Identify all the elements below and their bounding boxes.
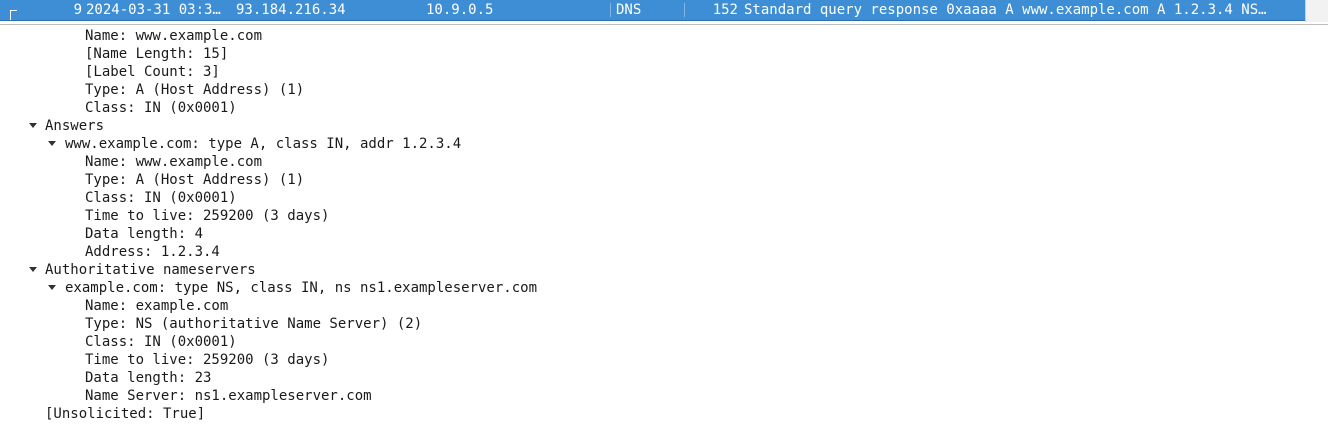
tree-leaf[interactable]: Data length: 4 <box>0 225 1328 243</box>
tree-leaf[interactable]: Name: www.example.com <box>0 153 1328 171</box>
field-text: Type: A (Host Address) (1) <box>85 172 305 188</box>
tree-leaf[interactable]: Address: 1.2.3.4 <box>0 243 1328 261</box>
tree-node-authoritative-nameservers[interactable]: Authoritative nameservers <box>0 261 1328 279</box>
triangle-down-icon[interactable] <box>48 141 56 146</box>
field-text: Type: NS (authoritative Name Server) (2) <box>85 316 423 332</box>
frame-bracket-icon <box>10 10 17 20</box>
tree-leaf[interactable]: Name: www.example.com <box>0 27 1328 45</box>
tree-leaf[interactable]: Name Server: ns1.exampleserver.com <box>0 387 1328 405</box>
packet-list-row-selected[interactable]: 9 2024-03-31 03:3… 93.184.216.34 10.9.0.… <box>0 0 1306 21</box>
tree-leaf[interactable]: Type: A (Host Address) (1) <box>0 81 1328 99</box>
tree-leaf[interactable]: Name: example.com <box>0 297 1328 315</box>
tree-leaf[interactable]: [Label Count: 3] <box>0 63 1328 81</box>
node-label: Authoritative nameservers <box>45 262 256 278</box>
field-text: Data length: 23 <box>85 370 212 386</box>
field-text: Address: 1.2.3.4 <box>85 244 220 260</box>
tree-leaf[interactable]: Data length: 23 <box>0 369 1328 387</box>
field-text: [Unsolicited: True] <box>45 406 206 422</box>
tree-leaf-unsolicited[interactable]: [Unsolicited: True] <box>0 405 1328 423</box>
field-text: Data length: 4 <box>85 226 204 242</box>
field-text: Class: IN (0x0001) <box>85 190 237 206</box>
triangle-down-icon[interactable] <box>29 123 37 128</box>
packet-number: 9 <box>73 2 82 18</box>
packet-info: Standard query response 0xaaaa A www.exa… <box>744 2 1267 18</box>
tree-node-answers[interactable]: Answers <box>0 117 1328 135</box>
triangle-down-icon[interactable] <box>29 267 37 272</box>
packet-time: 2024-03-31 03:3… <box>86 2 221 18</box>
packet-details-tree: Name: www.example.com [Name Length: 15] … <box>0 27 1328 423</box>
field-text: Name: www.example.com <box>85 28 263 44</box>
tree-leaf[interactable]: Class: IN (0x0001) <box>0 333 1328 351</box>
tree-leaf[interactable]: Time to live: 259200 (3 days) <box>0 207 1328 225</box>
tree-leaf[interactable]: Class: IN (0x0001) <box>0 99 1328 117</box>
tree-leaf[interactable]: Time to live: 259200 (3 days) <box>0 351 1328 369</box>
tree-node-answer-record[interactable]: www.example.com: type A, class IN, addr … <box>0 135 1328 153</box>
tree-node-ns-record[interactable]: example.com: type NS, class IN, ns ns1.e… <box>0 279 1328 297</box>
node-label: example.com: type NS, class IN, ns ns1.e… <box>65 280 538 296</box>
field-text: [Name Length: 15] <box>85 46 229 62</box>
triangle-down-icon[interactable] <box>48 285 56 290</box>
tree-leaf[interactable]: Class: IN (0x0001) <box>0 189 1328 207</box>
field-text: Time to live: 259200 (3 days) <box>85 352 330 368</box>
tree-leaf[interactable]: Type: A (Host Address) (1) <box>0 171 1328 189</box>
tree-leaf[interactable]: [Name Length: 15] <box>0 45 1328 63</box>
packet-source: 93.184.216.34 <box>236 2 346 18</box>
column-separator <box>610 3 611 17</box>
field-text: Time to live: 259200 (3 days) <box>85 208 330 224</box>
field-text: Name: example.com <box>85 298 229 314</box>
packet-length: 152 <box>712 2 738 18</box>
packet-list-scrollbar[interactable] <box>1305 0 1328 22</box>
field-text: Name Server: ns1.exampleserver.com <box>85 388 372 404</box>
tree-leaf[interactable]: Type: NS (authoritative Name Server) (2) <box>0 315 1328 333</box>
field-text: Class: IN (0x0001) <box>85 100 237 116</box>
packet-destination: 10.9.0.5 <box>426 2 494 18</box>
field-text: [Label Count: 3] <box>85 64 220 80</box>
column-separator <box>684 3 685 17</box>
pane-splitter[interactable] <box>0 24 1328 25</box>
node-label: Answers <box>45 118 105 134</box>
field-text: Name: www.example.com <box>85 154 263 170</box>
field-text: Class: IN (0x0001) <box>85 334 237 350</box>
field-text: Type: A (Host Address) (1) <box>85 82 305 98</box>
node-label: www.example.com: type A, class IN, addr … <box>65 136 462 152</box>
